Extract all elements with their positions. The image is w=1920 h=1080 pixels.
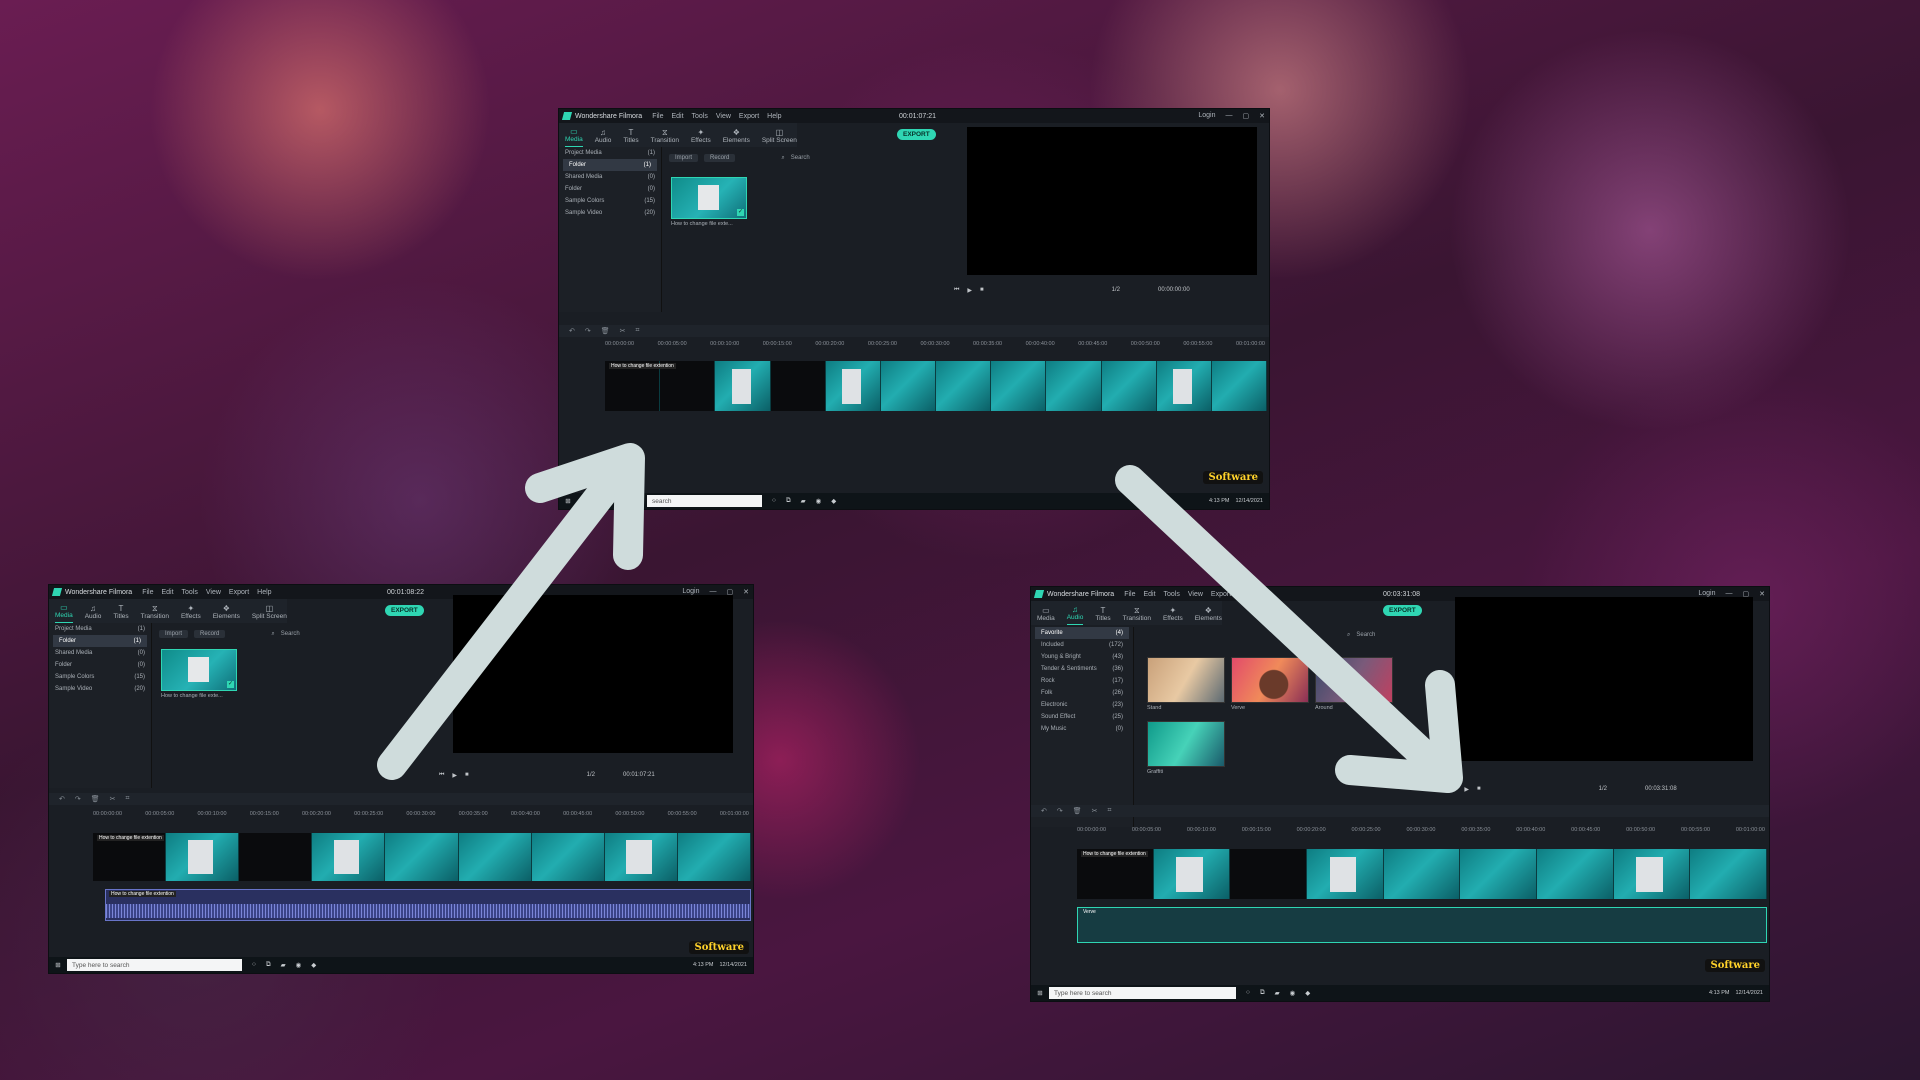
arrow-down-right-icon — [1115, 465, 1463, 793]
